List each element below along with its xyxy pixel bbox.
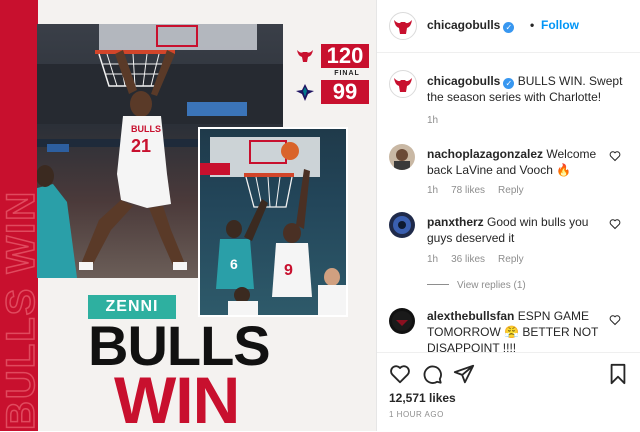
comment-username[interactable]: alexthebullsfan bbox=[427, 309, 514, 323]
like-comment-heart-icon[interactable] bbox=[609, 314, 621, 326]
svg-text:9: 9 bbox=[284, 262, 293, 279]
caption: chicagobulls ✓ BULLS WIN. Swept the seaso… bbox=[427, 73, 627, 105]
svg-text:BULLS: BULLS bbox=[131, 124, 161, 134]
reply-button[interactable]: Reply bbox=[498, 185, 524, 196]
verified-icon: ✓ bbox=[503, 22, 515, 33]
comment-time: 1h bbox=[427, 254, 439, 265]
like-comment-heart-icon[interactable] bbox=[609, 218, 621, 230]
post-image[interactable]: BULLS WIN BULLS 21 9 6 120 FINAL 99 ZENN… bbox=[0, 0, 376, 431]
post-header: chicagobulls ✓ • Follow bbox=[377, 0, 640, 53]
view-replies-line bbox=[427, 284, 449, 285]
vertical-bulls-win-text: BULLS WIN bbox=[0, 100, 42, 431]
comment-username[interactable]: panxtherz bbox=[427, 215, 484, 229]
headline-win: WIN bbox=[114, 363, 240, 431]
bulls-avatar-icon bbox=[394, 78, 412, 92]
bulls-logo-icon bbox=[297, 50, 313, 62]
view-replies-button[interactable]: View replies (1) bbox=[427, 279, 526, 292]
bulls-avatar-icon bbox=[394, 20, 412, 34]
comment-1: nachoplazagonzalez Welcome back LaVine a… bbox=[427, 146, 617, 178]
comment-icon[interactable] bbox=[421, 363, 443, 385]
bulls-score: 120 bbox=[321, 44, 369, 68]
header-username[interactable]: chicagobulls ✓ bbox=[427, 18, 515, 33]
comment-likes[interactable]: 78 likes bbox=[451, 185, 485, 196]
caption-time: 1h bbox=[427, 115, 439, 126]
comment-3: alexthebullsfan ESPN GAME TOMORROW 😤 BET… bbox=[427, 308, 617, 356]
svg-text:21: 21 bbox=[131, 136, 151, 156]
opponent-score: 99 bbox=[321, 80, 369, 104]
post-timestamp: 1 HOUR AGO bbox=[389, 410, 444, 419]
caption-username[interactable]: chicagobulls bbox=[427, 74, 500, 88]
verified-icon: ✓ bbox=[503, 78, 515, 89]
comment-time: 1h bbox=[427, 185, 439, 196]
comment-avatar[interactable] bbox=[389, 144, 415, 170]
separator-dot: • bbox=[530, 18, 535, 32]
follow-button[interactable]: Follow bbox=[541, 18, 579, 33]
caption-avatar[interactable] bbox=[389, 70, 417, 98]
comment-username[interactable]: nachoplazagonzalez bbox=[427, 147, 543, 161]
comment-meta: 1h 36 likes Reply bbox=[427, 253, 537, 266]
svg-text:6: 6 bbox=[230, 256, 238, 272]
comment-2: panxtherz Good win bulls you guys deserv… bbox=[427, 214, 617, 246]
comment-likes[interactable]: 36 likes bbox=[451, 254, 485, 265]
post-side-panel: chicagobulls ✓ • Follow chicagobulls ✓ BUL… bbox=[376, 0, 640, 431]
comment-avatar[interactable] bbox=[389, 308, 415, 334]
comment-avatar[interactable] bbox=[389, 212, 415, 238]
reply-button[interactable]: Reply bbox=[498, 254, 524, 265]
share-icon[interactable] bbox=[453, 363, 475, 385]
final-scoreboard: 120 FINAL 99 bbox=[291, 44, 376, 108]
inset-action-photo: 9 6 bbox=[198, 127, 348, 317]
avatar[interactable] bbox=[389, 12, 417, 40]
svg-text:BULLS WIN: BULLS WIN bbox=[0, 190, 42, 430]
comment-meta: 1h 78 likes Reply bbox=[427, 184, 537, 197]
view-replies-label: View replies (1) bbox=[457, 280, 526, 291]
post-actions: 12,571 likes 1 HOUR AGO bbox=[377, 352, 640, 432]
hornets-logo-icon bbox=[296, 84, 314, 101]
final-label: FINAL bbox=[334, 70, 360, 77]
bookmark-icon[interactable] bbox=[607, 363, 629, 385]
likes-count[interactable]: 12,571 likes bbox=[389, 391, 456, 406]
header-username-text: chicagobulls bbox=[427, 18, 501, 32]
like-comment-heart-icon[interactable] bbox=[609, 150, 621, 162]
heart-icon[interactable] bbox=[389, 363, 411, 385]
